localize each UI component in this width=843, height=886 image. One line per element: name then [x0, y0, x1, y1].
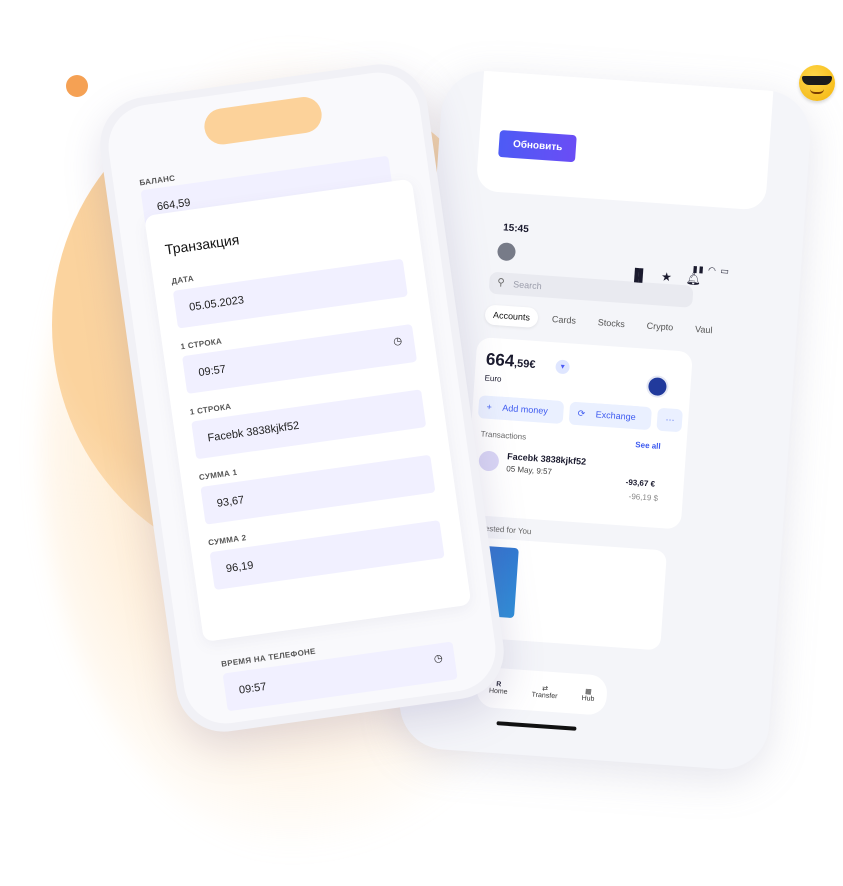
eu-flag-icon: [645, 374, 670, 399]
tab-vault[interactable]: Vaul: [686, 319, 721, 341]
exchange-button[interactable]: ⟳ Exchange: [568, 401, 653, 431]
date-label: ДАТА: [170, 273, 195, 286]
sum1-label: СУММА 1: [198, 467, 238, 483]
chevron-down-icon[interactable]: ▾: [555, 359, 571, 375]
time-field[interactable]: 09:57 ◷: [182, 324, 418, 394]
nav-home-label: Home: [488, 687, 508, 696]
nav-transfer[interactable]: ⇄ Transfer: [531, 683, 558, 700]
chart-icon[interactable]: ▐▌: [630, 267, 648, 282]
transaction-amount: -93,67 €: [625, 477, 656, 489]
currency-label: Euro: [484, 373, 502, 384]
sum2-label: СУММА 2: [207, 533, 248, 548]
tab-crypto[interactable]: Crypto: [638, 315, 682, 338]
action-buttons: + Add money ⟳ Exchange ···: [477, 395, 684, 433]
see-all-link[interactable]: See all: [635, 440, 661, 451]
phone-time-field[interactable]: 09:57 ◷: [222, 641, 458, 712]
tab-accounts[interactable]: Accounts: [484, 304, 539, 329]
balance: 664,59€: [485, 350, 536, 373]
line-field[interactable]: Facebk 3838kjkf52: [191, 389, 427, 460]
section-title: Транзакция: [163, 231, 241, 258]
sum2-field[interactable]: 96,19: [209, 520, 445, 590]
transaction-icon: [478, 450, 500, 472]
balance-main: 664: [485, 349, 515, 371]
add-money-button[interactable]: + Add money: [477, 395, 565, 425]
search-placeholder: Search: [512, 279, 543, 292]
more-button[interactable]: ···: [656, 407, 684, 433]
status-time: 15:45: [502, 222, 530, 236]
date-field[interactable]: 05.05.2023: [172, 258, 408, 329]
phone-time-value: 09:57: [238, 680, 268, 697]
sum1-field[interactable]: 93,67: [200, 454, 436, 525]
tab-cards[interactable]: Cards: [543, 309, 584, 332]
clock-icon[interactable]: ◷: [433, 653, 443, 665]
time-label: 1 СТРОКА: [180, 336, 223, 352]
line-label: 1 СТРОКА: [189, 401, 232, 417]
orange-dot: [66, 75, 88, 97]
nav-hub-label: Hub: [581, 694, 595, 703]
star-icon[interactable]: ★: [661, 270, 673, 285]
tabs: Accounts Cards Stocks Crypto Vaul: [484, 304, 721, 340]
transaction-amount-usd: -96,19 $: [628, 491, 659, 503]
stage: Обновить 15:45 ▮▮ ◠ ▭ ⚲ Search ▐▌ ★ 🔔︎ Ac…: [0, 0, 843, 886]
update-button[interactable]: Обновить: [498, 129, 578, 163]
add-money-label: Add money: [493, 396, 557, 423]
exchange-label: Exchange: [586, 402, 645, 429]
home-indicator: [496, 721, 577, 731]
time-value: 09:57: [197, 363, 227, 380]
tab-stocks[interactable]: Stocks: [589, 312, 633, 335]
nav-hub[interactable]: ▦ Hub: [581, 687, 595, 703]
dynamic-island: [202, 94, 324, 147]
transactions-label: Transactions: [480, 429, 527, 442]
transaction-date: 05 May, 9:57: [506, 464, 553, 477]
avatar[interactable]: [496, 242, 517, 262]
transaction-card: Транзакция ДАТА 05.05.2023 1 СТРОКА 09:5…: [144, 178, 472, 643]
sunglasses-emoji-icon: [799, 65, 835, 101]
balance-cents: ,59€: [513, 357, 536, 372]
clock-icon[interactable]: ◷: [393, 336, 403, 348]
account-card: 664,59€ ▾ Euro + Add money ⟳ Exchange ··…: [465, 336, 693, 530]
search-icon: ⚲: [496, 277, 506, 289]
bell-icon[interactable]: 🔔︎: [685, 271, 701, 286]
nav-transfer-label: Transfer: [531, 691, 558, 700]
